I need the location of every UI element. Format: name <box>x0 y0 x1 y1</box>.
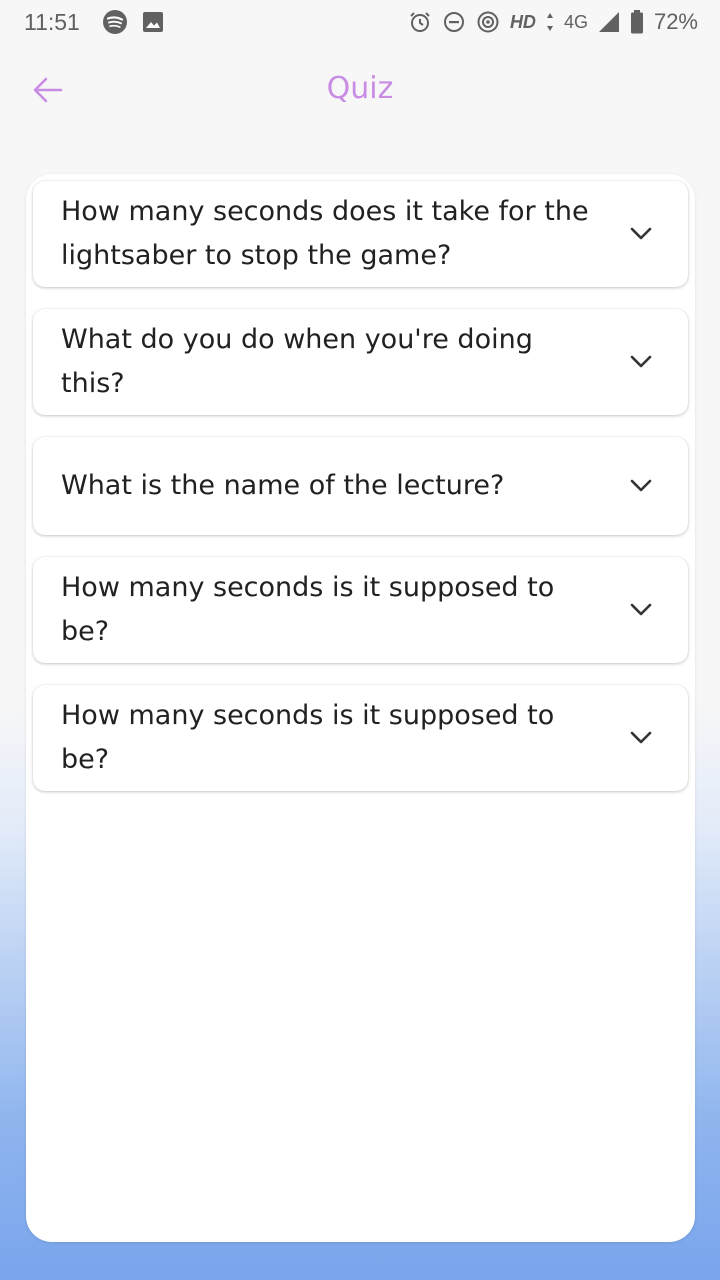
question-text: What is the name of the lecture? <box>61 470 505 501</box>
status-bar-left: 11:51 <box>24 9 164 36</box>
hotspot-icon <box>476 10 500 34</box>
question-item[interactable]: What do you do when you're doing this? <box>33 309 688 415</box>
spotify-icon <box>102 9 128 35</box>
battery-level: 72% <box>653 9 698 34</box>
page-title: Quiz <box>326 71 394 106</box>
app-header: Quiz <box>0 60 720 120</box>
question-text: What do you do when you're doing this? <box>61 324 533 399</box>
data-arrows-icon <box>546 12 554 32</box>
chevron-down-icon <box>630 355 652 369</box>
hd-indicator: HD <box>509 11 536 32</box>
chevron-down-icon <box>630 227 652 241</box>
status-bar-right: HD 4G 72% <box>408 9 698 35</box>
alarm-icon <box>408 10 432 34</box>
signal-icon <box>598 11 620 33</box>
question-text: How many seconds is it supposed to be? <box>61 572 555 647</box>
do-not-disturb-icon <box>442 10 466 34</box>
question-text: How many seconds is it supposed to be? <box>61 700 555 775</box>
question-item[interactable]: What is the name of the lecture? <box>33 437 688 535</box>
question-item[interactable]: How many seconds is it supposed to be? <box>33 557 688 663</box>
battery-icon <box>630 10 644 34</box>
question-text: How many seconds does it take for the li… <box>61 196 589 271</box>
chevron-down-icon <box>630 603 652 617</box>
image-icon <box>142 11 164 33</box>
status-time: 11:51 <box>24 8 80 35</box>
question-item[interactable]: How many seconds does it take for the li… <box>33 181 688 287</box>
chevron-down-icon <box>630 731 652 745</box>
question-item[interactable]: How many seconds is it supposed to be? <box>33 685 688 791</box>
quiz-card: How many seconds does it take for the li… <box>26 174 695 1242</box>
question-list: How many seconds does it take for the li… <box>33 181 688 813</box>
chevron-down-icon <box>630 479 652 493</box>
status-bar: 11:51 HD 4G 72% <box>0 0 720 44</box>
network-type: 4G <box>563 11 588 32</box>
